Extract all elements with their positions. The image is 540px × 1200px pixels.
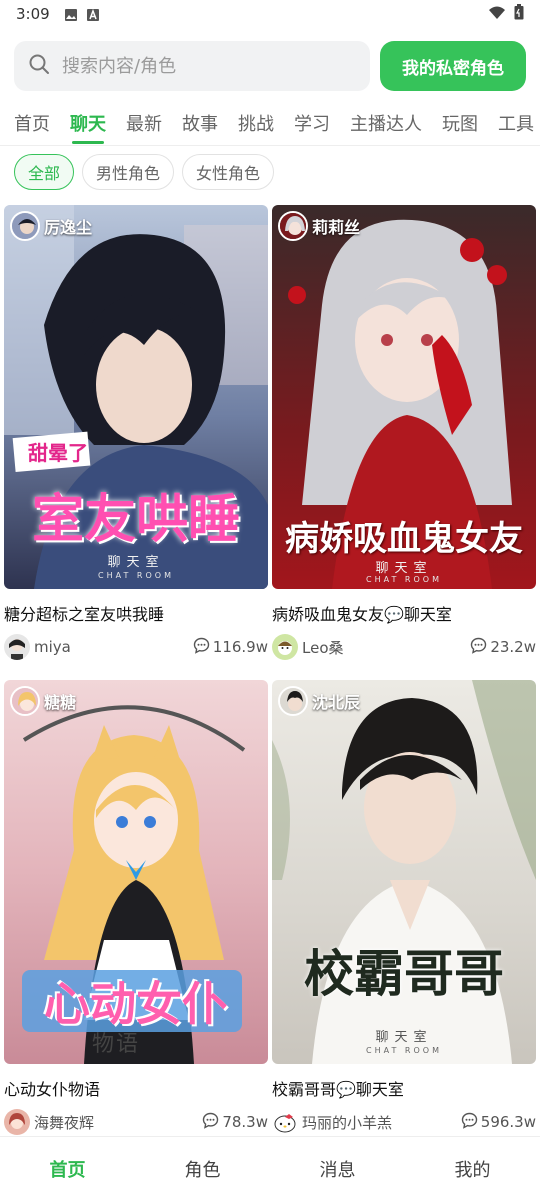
card-title[interactable]: 校霸哥哥💬聊天室 <box>272 1076 536 1099</box>
character-avatar <box>10 211 40 241</box>
character-tag: 糖糖 <box>10 686 76 716</box>
author-avatar[interactable] <box>4 1109 30 1135</box>
status-time: 3:09 <box>16 5 50 23</box>
author-name[interactable]: miya <box>34 638 71 656</box>
wifi-icon <box>488 5 506 24</box>
cover-title: 校霸哥哥 <box>304 945 504 1003</box>
author-avatar[interactable] <box>272 634 298 660</box>
character-tag: 厉逸尘 <box>10 211 92 241</box>
character-name: 糖糖 <box>44 693 77 712</box>
card-title[interactable]: 心动女仆物语 <box>4 1076 268 1099</box>
search-row: 我的私密角色 <box>14 40 526 92</box>
nav-messages[interactable]: 消息 <box>270 1137 405 1200</box>
tab-tools[interactable]: 工具 <box>498 100 534 145</box>
gender-filters: 全部 男性角色 女性角色 <box>14 154 275 192</box>
card-meta: 玛丽的小羊羔 596.3w <box>272 1108 536 1136</box>
chat-bubble-icon <box>461 1112 481 1133</box>
card-cover[interactable]: 校霸哥哥 聊天室 CHAT ROOM 沈北辰 <box>272 680 536 1064</box>
card-cover[interactable]: 病娇吸血鬼女友 聊天室 CHAT ROOM 莉莉丝 <box>272 205 536 589</box>
cover-subtitle: 聊天室 <box>375 1030 433 1045</box>
nav-characters[interactable]: 角色 <box>135 1137 270 1200</box>
card-title[interactable]: 病娇吸血鬼女友💬聊天室 <box>272 601 536 624</box>
author-avatar[interactable] <box>4 634 30 660</box>
chat-bubble-icon <box>193 637 213 658</box>
cover-subtitle: 聊天室 <box>107 555 165 570</box>
character-card[interactable]: 校霸哥哥 聊天室 CHAT ROOM 沈北辰 校霸哥哥💬聊天室 玛丽的小羊羔 5… <box>272 680 536 1136</box>
battery-icon <box>514 4 524 24</box>
author-name[interactable]: Leo桑 <box>302 637 344 658</box>
nav-profile[interactable]: 我的 <box>405 1137 540 1200</box>
character-card[interactable]: 心动女仆 物语 糖糖 心动女仆物语 海舞夜辉 78.3w <box>4 680 268 1136</box>
character-avatar <box>278 686 308 716</box>
card-cover[interactable]: 心动女仆 物语 糖糖 <box>4 680 268 1064</box>
chat-count-value: 596.3w <box>480 1113 536 1131</box>
notification-a-icon <box>86 7 100 21</box>
chat-count-value: 23.2w <box>490 638 536 656</box>
chat-bubble-icon <box>470 637 490 658</box>
nav-home[interactable]: 首页 <box>0 1137 135 1200</box>
cover-subtitle-en: CHAT ROOM <box>366 1046 442 1055</box>
character-card[interactable]: 病娇吸血鬼女友 聊天室 CHAT ROOM 莉莉丝 病娇吸血鬼女友💬聊天室 Le… <box>272 205 536 661</box>
cover-subtitle-en: CHAT ROOM <box>366 575 442 584</box>
chat-count: 596.3w <box>461 1112 536 1133</box>
tab-play-images[interactable]: 玩图 <box>442 100 478 145</box>
tab-story[interactable]: 故事 <box>182 100 218 145</box>
filter-female[interactable]: 女性角色 <box>182 154 275 190</box>
character-tag: 莉莉丝 <box>278 211 360 241</box>
tab-challenge[interactable]: 挑战 <box>238 100 274 145</box>
author-name[interactable]: 玛丽的小羊羔 <box>302 1112 392 1133</box>
cover-subtitle: 聊天室 <box>375 561 433 576</box>
bottom-nav: 首页 角色 消息 我的 <box>0 1136 540 1200</box>
tab-study[interactable]: 学习 <box>294 100 330 145</box>
character-tag: 沈北辰 <box>278 686 360 716</box>
cover-title: 病娇吸血鬼女友 <box>285 519 523 559</box>
cover-subtitle-en: CHAT ROOM <box>98 571 174 580</box>
cover-tagline: 甜晕了 <box>28 441 88 465</box>
chat-bubble-icon <box>202 1112 222 1133</box>
card-meta: Leo桑 23.2w <box>272 633 536 661</box>
chat-count-value: 78.3w <box>222 1113 268 1131</box>
tab-chat[interactable]: 聊天 <box>70 100 106 145</box>
character-avatar <box>10 686 40 716</box>
card-cover[interactable]: 甜晕了 室友哄睡 聊天室 CHAT ROOM 厉逸尘 <box>4 205 268 589</box>
character-name: 厉逸尘 <box>44 218 93 237</box>
author-avatar[interactable] <box>272 1109 298 1135</box>
filter-all[interactable]: 全部 <box>14 154 75 190</box>
cover-illustration <box>272 680 536 1064</box>
card-title[interactable]: 糖分超标之室友哄我睡 <box>4 601 268 624</box>
chat-count: 23.2w <box>470 637 536 658</box>
card-meta: miya 116.9w <box>4 633 268 661</box>
search-icon <box>28 53 50 79</box>
cover-title: 室友哄睡 <box>31 490 240 550</box>
card-meta: 海舞夜辉 78.3w <box>4 1108 268 1136</box>
tab-streamers[interactable]: 主播达人 <box>350 100 422 145</box>
author-name[interactable]: 海舞夜辉 <box>34 1112 94 1133</box>
chat-count-value: 116.9w <box>212 638 268 656</box>
search-box[interactable] <box>14 41 370 91</box>
character-name: 沈北辰 <box>312 693 361 712</box>
image-icon <box>64 7 78 21</box>
search-input[interactable] <box>62 55 342 77</box>
cover-subtitle: 物语 <box>91 1032 140 1057</box>
chat-count: 78.3w <box>202 1112 268 1133</box>
filter-male[interactable]: 男性角色 <box>82 154 175 190</box>
tab-home[interactable]: 首页 <box>14 100 50 145</box>
chat-count: 116.9w <box>193 637 268 658</box>
category-tabs: 首页 聊天 最新 故事 挑战 学习 主播达人 玩图 工具 <box>0 100 540 146</box>
tab-latest[interactable]: 最新 <box>126 100 162 145</box>
character-name: 莉莉丝 <box>312 218 361 237</box>
character-avatar <box>278 211 308 241</box>
status-bar: 3:09 <box>0 0 540 28</box>
cover-title: 心动女仆 <box>44 977 228 1031</box>
my-private-characters-button[interactable]: 我的私密角色 <box>380 41 526 91</box>
character-card[interactable]: 甜晕了 室友哄睡 聊天室 CHAT ROOM 厉逸尘 糖分超标之室友哄我睡 mi… <box>4 205 268 661</box>
